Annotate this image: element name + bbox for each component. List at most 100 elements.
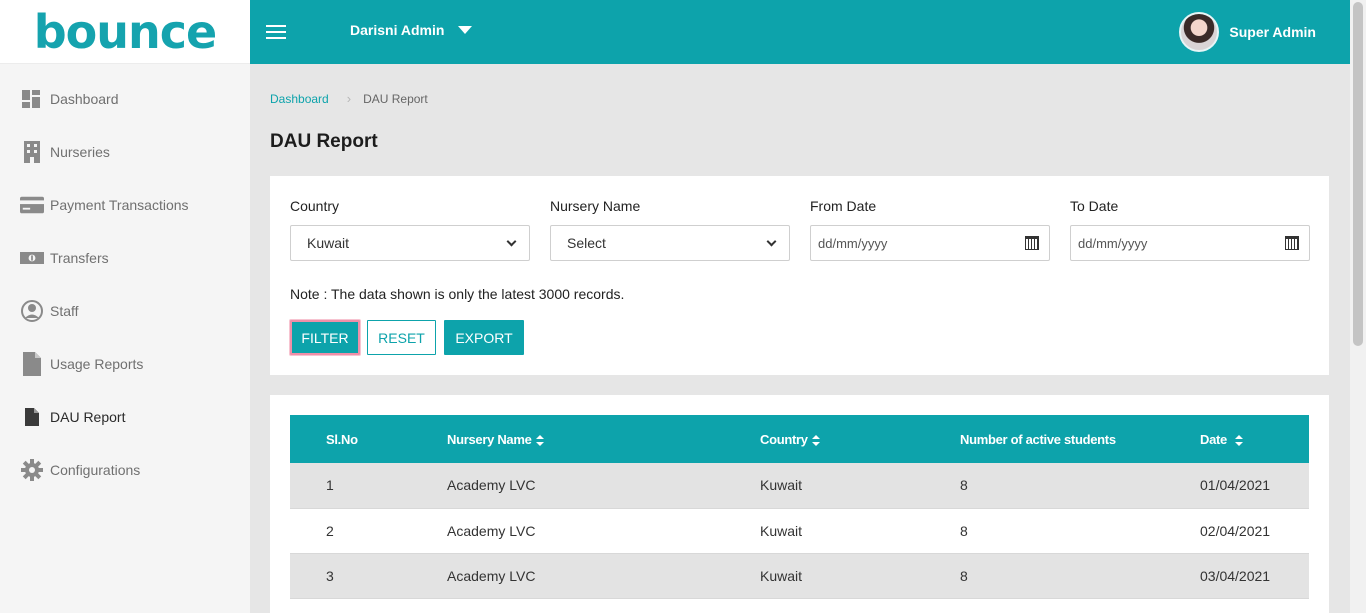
cell-country: Kuwait xyxy=(760,522,803,539)
sidebar-item-label: Configurations xyxy=(50,461,141,478)
nursery-select[interactable]: Select xyxy=(550,225,790,261)
to-date-field: To Date dd/mm/yyyy xyxy=(1070,198,1310,261)
nursery-field: Nursery Name Select xyxy=(550,198,790,261)
from-date-field: From Date dd/mm/yyyy xyxy=(810,198,1050,261)
sidebar-item-label: DAU Report xyxy=(50,408,126,425)
sort-icon[interactable] xyxy=(1234,434,1243,446)
menu-icon[interactable] xyxy=(266,25,286,39)
to-date-label: To Date xyxy=(1070,198,1119,214)
breadcrumb-current: DAU Report xyxy=(363,91,428,106)
from-date-placeholder: dd/mm/yyyy xyxy=(818,235,888,251)
user-name: Super Admin xyxy=(1229,24,1316,40)
column-header-label: Number of active students xyxy=(960,431,1116,447)
filter-button[interactable]: FILTER xyxy=(290,320,360,355)
cell-date: 03/04/2021 xyxy=(1200,567,1271,584)
country-field: Country Kuwait xyxy=(290,198,530,261)
cell-nursery-name: Academy LVC xyxy=(447,477,536,494)
sidebar-item-dau-report[interactable]: DAU Report xyxy=(0,390,250,443)
column-header-date[interactable]: Date xyxy=(1164,415,1309,463)
to-date-placeholder: dd/mm/yyyy xyxy=(1078,235,1148,251)
records-note: Note : The data shown is only the latest… xyxy=(290,286,625,302)
cell-active-students: 8 xyxy=(960,477,968,494)
sort-icon[interactable] xyxy=(811,434,820,446)
sidebar-item-nurseries[interactable]: Nurseries xyxy=(0,125,250,178)
page-title: DAU Report xyxy=(270,131,378,152)
sidebar-nav: Dashboard Nurseries Payment Transactions… xyxy=(0,64,250,496)
sidebar-item-label: Usage Reports xyxy=(50,355,144,372)
from-date-label: From Date xyxy=(810,198,877,214)
sidebar-item-label: Staff xyxy=(50,302,79,319)
cell-slno: 3 xyxy=(326,567,334,584)
cell-slno: 2 xyxy=(326,522,334,539)
credit-card-icon xyxy=(20,193,44,217)
sidebar: bounce Dashboard Nurseries Payment Trans… xyxy=(0,0,250,613)
sidebar-item-payment-transactions[interactable]: Payment Transactions xyxy=(0,178,250,231)
cell-active-students: 8 xyxy=(960,522,968,539)
from-date-input[interactable]: dd/mm/yyyy xyxy=(810,225,1050,261)
cell-slno: 1 xyxy=(326,477,334,494)
column-header-country[interactable]: Country xyxy=(724,415,924,463)
sidebar-item-label: Payment Transactions xyxy=(50,196,189,213)
avatar xyxy=(1179,12,1220,52)
column-header-active-students: Number of active students xyxy=(924,415,1164,463)
sidebar-item-label: Transfers xyxy=(50,249,109,266)
export-button[interactable]: EXPORT xyxy=(444,320,524,355)
column-header-nursery-name[interactable]: Nursery Name xyxy=(411,415,724,463)
top-bar: Darisni Admin Super Admin xyxy=(250,0,1350,64)
nursery-label: Nursery Name xyxy=(550,198,641,214)
money-bill-icon xyxy=(20,246,44,270)
country-select[interactable]: Kuwait xyxy=(290,225,530,261)
column-header-slno: Sl.No xyxy=(290,415,411,463)
scrollbar-thumb[interactable] xyxy=(1353,2,1363,346)
caret-down-icon xyxy=(458,26,473,34)
org-name: Darisni Admin xyxy=(350,22,445,38)
table-row: 1 Academy LVC Kuwait 8 01/04/2021 xyxy=(290,463,1309,508)
breadcrumb: Dashboard › DAU Report xyxy=(270,91,428,106)
sidebar-item-label: Dashboard xyxy=(50,90,119,107)
file-icon xyxy=(20,405,44,429)
table-row: 2 Academy LVC Kuwait 8 02/04/2021 xyxy=(290,508,1309,553)
chevron-down-icon xyxy=(506,236,517,246)
table-header-row: Sl.No Nursery Name Country Number of act… xyxy=(290,415,1309,463)
cell-nursery-name: Academy LVC xyxy=(447,567,536,584)
org-switcher[interactable]: Darisni Admin xyxy=(350,22,473,38)
breadcrumb-dashboard-link[interactable]: Dashboard xyxy=(270,92,329,106)
column-header-label: Sl.No xyxy=(326,431,358,447)
country-label: Country xyxy=(290,198,340,214)
dashboard-icon xyxy=(20,87,44,111)
reset-button[interactable]: RESET xyxy=(367,320,436,355)
building-icon xyxy=(20,140,44,164)
column-header-label: Nursery Name xyxy=(447,431,532,447)
to-date-input[interactable]: dd/mm/yyyy xyxy=(1070,225,1310,261)
calendar-icon[interactable] xyxy=(1285,236,1299,250)
chevron-down-icon xyxy=(766,236,777,246)
sidebar-item-dashboard[interactable]: Dashboard xyxy=(0,72,250,125)
cell-date: 02/04/2021 xyxy=(1200,522,1271,539)
country-select-value: Kuwait xyxy=(307,235,350,251)
sidebar-item-transfers[interactable]: Transfers xyxy=(0,231,250,284)
sidebar-item-usage-reports[interactable]: Usage Reports xyxy=(0,337,250,390)
file-icon xyxy=(20,351,44,376)
filter-panel: Country Kuwait Nursery Name Select From … xyxy=(270,176,1329,375)
column-header-label: Date xyxy=(1200,431,1227,447)
logo-text: bounce xyxy=(33,4,217,59)
column-header-label: Country xyxy=(760,431,808,447)
chevron-right-icon: › xyxy=(346,91,352,106)
calendar-icon[interactable] xyxy=(1025,236,1039,250)
page-scrollbar[interactable] xyxy=(1350,0,1366,613)
user-circle-icon xyxy=(20,299,44,323)
dau-report-table: Sl.No Nursery Name Country Number of act… xyxy=(290,415,1309,599)
sidebar-item-staff[interactable]: Staff xyxy=(0,284,250,337)
sidebar-item-label: Nurseries xyxy=(50,143,110,160)
logo[interactable]: bounce xyxy=(0,0,250,64)
sidebar-item-configurations[interactable]: Configurations xyxy=(0,443,250,496)
gear-icon xyxy=(20,458,44,482)
cell-country: Kuwait xyxy=(760,477,803,494)
cell-date: 01/04/2021 xyxy=(1200,477,1271,494)
table-row: 3 Academy LVC Kuwait 8 03/04/2021 xyxy=(290,553,1309,598)
sort-icon[interactable] xyxy=(535,434,544,446)
cell-active-students: 8 xyxy=(960,567,968,584)
report-table-panel: Sl.No Nursery Name Country Number of act… xyxy=(270,395,1329,613)
user-menu[interactable]: Super Admin xyxy=(1179,12,1316,52)
cell-nursery-name: Academy LVC xyxy=(447,522,536,539)
